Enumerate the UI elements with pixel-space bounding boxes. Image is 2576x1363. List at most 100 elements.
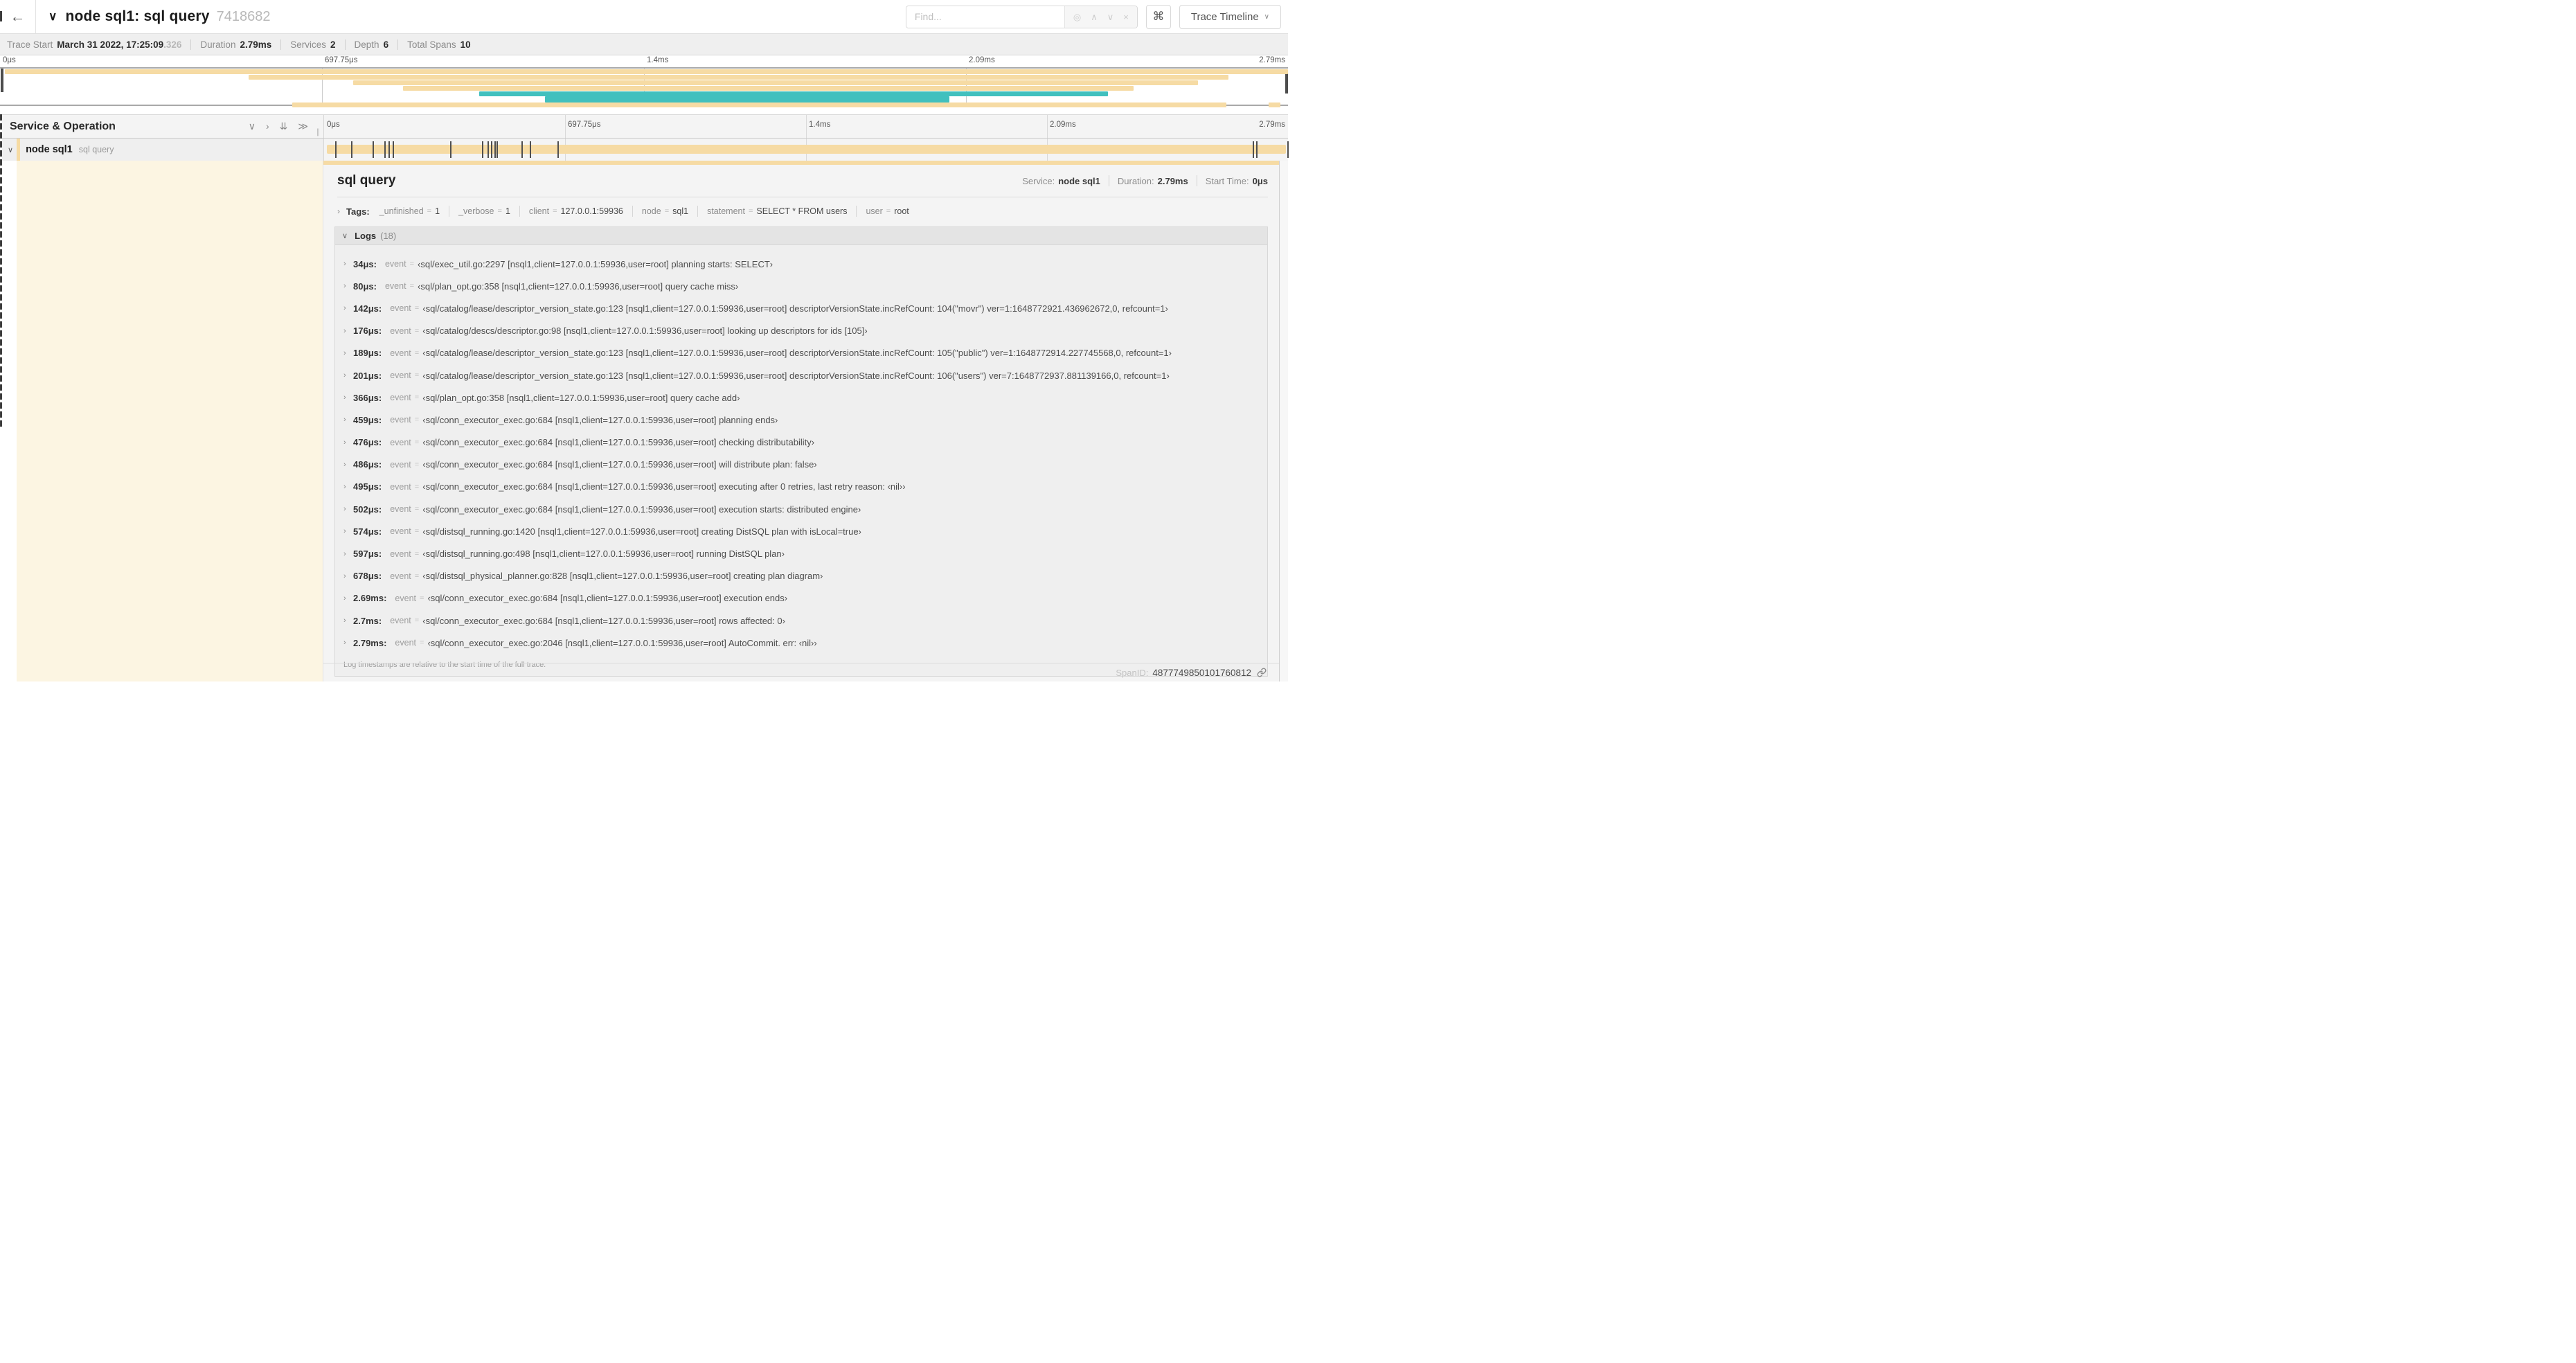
column-resize-grip[interactable]: ∥ <box>316 127 321 136</box>
log-row[interactable]: › 80μs: event = ‹sql/plan_opt.go:358 [ns… <box>343 275 1267 297</box>
log-expand-chevron-icon[interactable]: › <box>343 416 353 424</box>
log-expand-chevron-icon[interactable]: › <box>343 260 353 268</box>
collapse-all-icon[interactable]: ⇊ <box>280 121 288 132</box>
log-row[interactable]: › 34μs: event = ‹sql/exec_util.go:2297 [… <box>343 253 1267 275</box>
log-row[interactable]: › 2.69ms: event = ‹sql/conn_executor_exe… <box>343 587 1267 609</box>
collapse-one-icon[interactable]: ∨ <box>249 121 256 132</box>
log-expand-chevron-icon[interactable]: › <box>343 304 353 312</box>
find-input[interactable] <box>906 6 1064 28</box>
log-expand-chevron-icon[interactable]: › <box>343 349 353 357</box>
log-row[interactable]: › 459μs: event = ‹sql/conn_executor_exec… <box>343 409 1267 431</box>
log-event-tick[interactable] <box>497 141 499 158</box>
log-row[interactable]: › 678μs: event = ‹sql/distsql_physical_p… <box>343 565 1267 587</box>
log-row[interactable]: › 574μs: event = ‹sql/distsql_running.go… <box>343 520 1267 542</box>
log-event-tick[interactable] <box>372 141 374 158</box>
log-row[interactable]: › 201μs: event = ‹sql/catalog/lease/desc… <box>343 364 1267 386</box>
log-event-tick[interactable] <box>350 141 352 158</box>
log-expand-chevron-icon[interactable]: › <box>343 572 353 580</box>
log-event-tick[interactable] <box>1256 141 1258 158</box>
log-expand-chevron-icon[interactable]: › <box>343 483 353 491</box>
log-timestamp: 459μs: <box>353 414 382 425</box>
log-row[interactable]: › 2.79ms: event = ‹sql/conn_executor_exe… <box>343 632 1267 654</box>
span-duration-bar[interactable] <box>327 145 1287 154</box>
locate-icon[interactable]: ◎ <box>1073 12 1081 21</box>
log-expand-chevron-icon[interactable]: › <box>343 438 353 447</box>
span-row-timeline[interactable] <box>323 139 1289 161</box>
log-field-value: ‹sql/conn_executor_exec.go:684 [nsql1,cl… <box>422 459 817 470</box>
log-field-value: ‹sql/catalog/lease/descriptor_version_st… <box>422 303 1168 314</box>
log-event-tick[interactable] <box>388 141 391 158</box>
header-controls: ◎ ∧ ∨ × ⌘ Trace Timeline ∨ <box>905 4 1288 29</box>
log-timestamp: 574μs: <box>353 526 382 537</box>
log-field-key: event <box>390 415 411 425</box>
log-expand-chevron-icon[interactable]: › <box>343 527 353 535</box>
span-collapse-chevron-icon[interactable]: ∨ <box>8 145 13 154</box>
log-expand-chevron-icon[interactable]: › <box>343 639 353 647</box>
log-event-tick[interactable] <box>529 141 531 158</box>
left-edge-scroll-handle[interactable] <box>0 114 2 427</box>
back-button[interactable]: ← <box>0 0 36 33</box>
log-event-tick[interactable] <box>393 141 395 158</box>
log-expand-chevron-icon[interactable]: › <box>343 616 353 625</box>
tags-row[interactable]: › Tags: _unfinished = 1 _verbose = 1 cli… <box>323 197 1279 224</box>
log-expand-chevron-icon[interactable]: › <box>343 505 353 513</box>
log-field-key: event <box>384 281 406 292</box>
logs-collapse-chevron-icon[interactable]: ∨ <box>342 231 348 240</box>
log-row[interactable]: › 502μs: event = ‹sql/conn_executor_exec… <box>343 498 1267 520</box>
log-expand-chevron-icon[interactable]: › <box>343 461 353 469</box>
log-row[interactable]: › 189μs: event = ‹sql/catalog/lease/desc… <box>343 342 1267 364</box>
span-row[interactable]: ∨ node sql1 sql query <box>0 139 1289 161</box>
log-event-tick[interactable] <box>1253 141 1255 158</box>
logs-header[interactable]: ∨ Logs (18) <box>335 227 1267 245</box>
minimap-right-scrubber[interactable] <box>1285 73 1288 93</box>
tag-value: 1 <box>505 206 510 216</box>
log-event-tick[interactable] <box>494 141 496 158</box>
log-equals: = <box>414 348 420 357</box>
log-event-tick[interactable] <box>491 141 493 158</box>
log-expand-chevron-icon[interactable]: › <box>343 550 353 558</box>
clear-find-icon[interactable]: × <box>1123 12 1129 21</box>
tag-equals: = <box>886 207 891 215</box>
link-icon[interactable] <box>1257 668 1267 677</box>
vertical-scrollbar[interactable] <box>1279 161 1288 682</box>
log-expand-chevron-icon[interactable]: › <box>343 327 353 335</box>
span-row-label[interactable]: ∨ node sql1 sql query <box>0 139 323 161</box>
minimap-left-scrubber[interactable] <box>1 69 3 92</box>
log-event-tick[interactable] <box>521 141 524 158</box>
log-expand-chevron-icon[interactable]: › <box>343 393 353 402</box>
log-equals: = <box>420 639 424 648</box>
log-event-tick[interactable] <box>1287 141 1289 158</box>
prev-match-icon[interactable]: ∧ <box>1091 12 1098 21</box>
log-event-tick[interactable] <box>557 141 560 158</box>
title-collapse-chevron-icon[interactable]: ∨ <box>48 10 57 24</box>
log-row[interactable]: › 597μs: event = ‹sql/distsql_running.go… <box>343 542 1267 564</box>
view-type-dropdown[interactable]: Trace Timeline ∨ <box>1179 4 1281 29</box>
log-expand-chevron-icon[interactable]: › <box>343 282 353 290</box>
log-expand-chevron-icon[interactable]: › <box>343 371 353 380</box>
keyboard-shortcuts-button[interactable]: ⌘ <box>1145 4 1171 29</box>
log-row[interactable]: › 2.7ms: event = ‹sql/conn_executor_exec… <box>343 609 1267 632</box>
log-row[interactable]: › 486μs: event = ‹sql/conn_executor_exec… <box>343 454 1267 476</box>
log-row[interactable]: › 176μs: event = ‹sql/catalog/descs/desc… <box>343 320 1267 342</box>
log-row[interactable]: › 476μs: event = ‹sql/conn_executor_exec… <box>343 431 1267 454</box>
log-row[interactable]: › 142μs: event = ‹sql/catalog/lease/desc… <box>343 297 1267 319</box>
log-field-key: event <box>390 437 411 447</box>
tags-expand-chevron-icon[interactable]: › <box>337 206 340 216</box>
log-field-key: event <box>390 348 411 358</box>
log-row[interactable]: › 495μs: event = ‹sql/conn_executor_exec… <box>343 476 1267 498</box>
log-timestamp: 201μs: <box>353 370 382 381</box>
log-expand-chevron-icon[interactable]: › <box>343 594 353 603</box>
minimap-canvas[interactable] <box>0 67 1288 107</box>
expand-all-icon[interactable]: ≫ <box>298 121 308 132</box>
log-event-tick[interactable] <box>384 141 386 158</box>
expand-one-icon[interactable]: › <box>266 121 269 132</box>
span-detail-header: sql query Service: node sql1 Duration: 2… <box>323 165 1279 197</box>
log-event-tick[interactable] <box>482 141 483 158</box>
log-event-tick[interactable] <box>334 141 337 158</box>
log-row[interactable]: › 366μs: event = ‹sql/plan_opt.go:358 [n… <box>343 386 1267 409</box>
log-event-tick[interactable] <box>449 141 451 158</box>
duration-label: Duration: <box>1117 175 1154 186</box>
tick-label: 2.09ms <box>1050 121 1076 129</box>
next-match-icon[interactable]: ∨ <box>1107 12 1114 21</box>
log-event-tick[interactable] <box>488 141 490 158</box>
